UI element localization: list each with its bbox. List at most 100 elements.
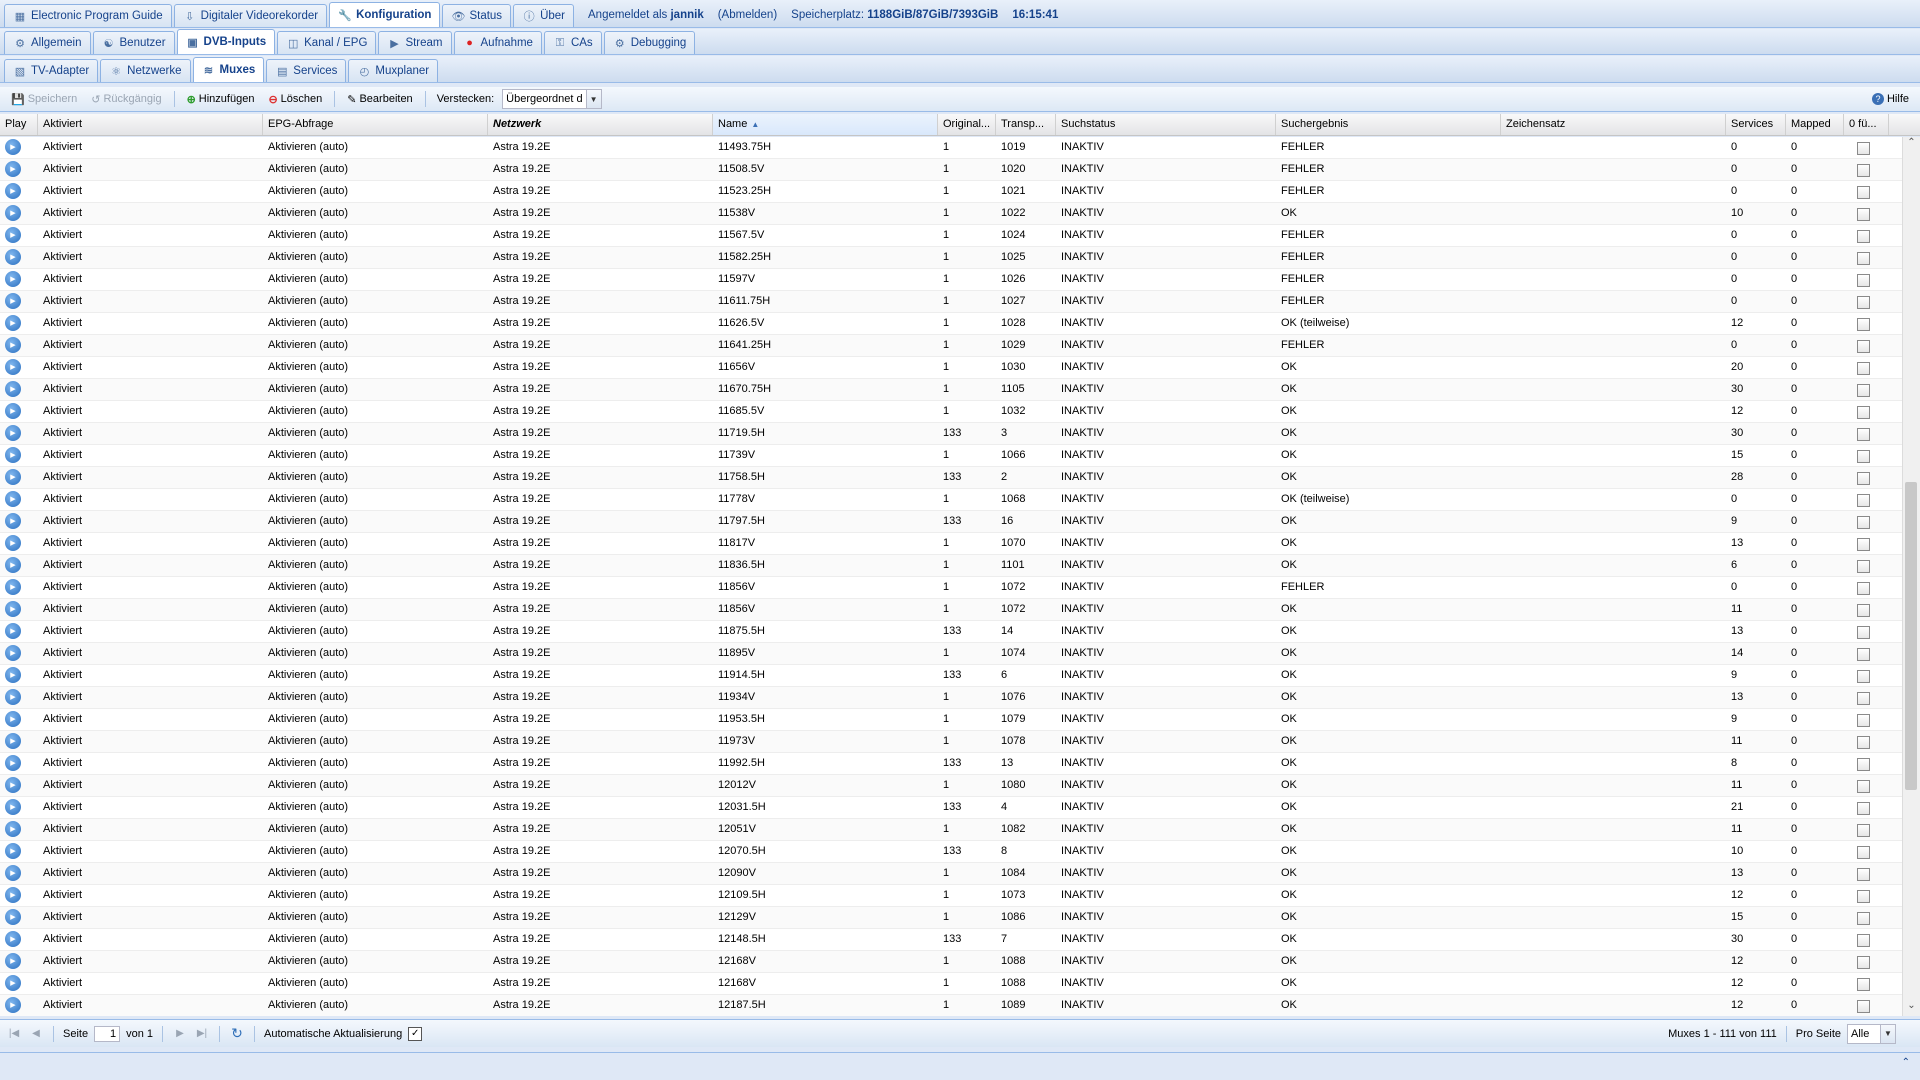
play-icon[interactable]: ▶ bbox=[5, 645, 21, 661]
play-icon[interactable]: ▶ bbox=[5, 447, 21, 463]
config-tab-stream[interactable]: ▶ Stream bbox=[378, 31, 452, 54]
column-header[interactable]: Name ▲ bbox=[713, 114, 938, 135]
table-row[interactable]: ▶ Aktiviert Aktivieren (auto) Astra 19.2E 11… bbox=[0, 137, 1920, 159]
play-icon[interactable]: ▶ bbox=[5, 579, 21, 595]
row-checkbox[interactable] bbox=[1857, 648, 1870, 661]
table-row[interactable]: ▶ Aktiviert Aktivieren (auto) Astra 19.2E 12… bbox=[0, 819, 1920, 841]
play-icon[interactable]: ▶ bbox=[5, 623, 21, 639]
play-icon[interactable]: ▶ bbox=[5, 359, 21, 375]
column-header[interactable]: Original... bbox=[938, 114, 996, 135]
play-icon[interactable]: ▶ bbox=[5, 469, 21, 485]
table-row[interactable]: ▶ Aktiviert Aktivieren (auto) Astra 19.2E 11… bbox=[0, 533, 1920, 555]
play-icon[interactable]: ▶ bbox=[5, 689, 21, 705]
row-checkbox[interactable] bbox=[1857, 164, 1870, 177]
vertical-scrollbar[interactable]: ⌃ ⌄ bbox=[1902, 137, 1920, 1016]
play-icon[interactable]: ▶ bbox=[5, 491, 21, 507]
play-icon[interactable]: ▶ bbox=[5, 403, 21, 419]
logout-link[interactable]: (Abmelden) bbox=[718, 9, 777, 21]
table-row[interactable]: ▶ Aktiviert Aktivieren (auto) Astra 19.2E 12… bbox=[0, 841, 1920, 863]
column-header[interactable]: Netzwerk bbox=[488, 114, 713, 135]
play-icon[interactable]: ▶ bbox=[5, 425, 21, 441]
first-page-icon[interactable]: |◀ bbox=[6, 1026, 22, 1042]
tab-über[interactable]: ⓘ Über bbox=[513, 4, 574, 27]
play-icon[interactable]: ▶ bbox=[5, 799, 21, 815]
hide-select[interactable]: Übergeordnet d ▼ bbox=[502, 89, 602, 109]
row-checkbox[interactable] bbox=[1857, 890, 1870, 903]
row-checkbox[interactable] bbox=[1857, 186, 1870, 199]
row-checkbox[interactable] bbox=[1857, 868, 1870, 881]
column-header[interactable]: Suchstatus bbox=[1056, 114, 1276, 135]
refresh-icon[interactable]: ↻ bbox=[229, 1025, 245, 1042]
row-checkbox[interactable] bbox=[1857, 912, 1870, 925]
row-checkbox[interactable] bbox=[1857, 428, 1870, 441]
last-page-icon[interactable]: ▶| bbox=[194, 1026, 210, 1042]
row-checkbox[interactable] bbox=[1857, 670, 1870, 683]
play-icon[interactable]: ▶ bbox=[5, 557, 21, 573]
table-row[interactable]: ▶ Aktiviert Aktivieren (auto) Astra 19.2E 12… bbox=[0, 907, 1920, 929]
table-row[interactable]: ▶ Aktiviert Aktivieren (auto) Astra 19.2E 11… bbox=[0, 445, 1920, 467]
column-header[interactable]: Play bbox=[0, 114, 38, 135]
config-tab-benutzer[interactable]: ☯ Benutzer bbox=[92, 31, 175, 54]
page-input[interactable]: 1 bbox=[94, 1025, 121, 1042]
dvb-tab-tv-adapter[interactable]: ▧ TV-Adapter bbox=[4, 59, 99, 82]
row-checkbox[interactable] bbox=[1857, 384, 1870, 397]
row-checkbox[interactable] bbox=[1857, 450, 1870, 463]
dvb-tab-netzwerke[interactable]: ⚛ Netzwerke bbox=[100, 59, 191, 82]
play-icon[interactable]: ▶ bbox=[5, 997, 21, 1013]
play-icon[interactable]: ▶ bbox=[5, 249, 21, 265]
row-checkbox[interactable] bbox=[1857, 846, 1870, 859]
table-row[interactable]: ▶ Aktiviert Aktivieren (auto) Astra 19.2E 12… bbox=[0, 775, 1920, 797]
table-row[interactable]: ▶ Aktiviert Aktivieren (auto) Astra 19.2E 11… bbox=[0, 357, 1920, 379]
tab-konfiguration[interactable]: 🔧 Konfiguration bbox=[329, 2, 441, 27]
row-checkbox[interactable] bbox=[1857, 472, 1870, 485]
play-icon[interactable]: ▶ bbox=[5, 755, 21, 771]
play-icon[interactable]: ▶ bbox=[5, 227, 21, 243]
row-checkbox[interactable] bbox=[1857, 736, 1870, 749]
row-checkbox[interactable] bbox=[1857, 362, 1870, 375]
play-icon[interactable]: ▶ bbox=[5, 975, 21, 991]
column-header[interactable]: Suchergebnis bbox=[1276, 114, 1501, 135]
table-row[interactable]: ▶ Aktiviert Aktivieren (auto) Astra 19.2E 11… bbox=[0, 401, 1920, 423]
row-checkbox[interactable] bbox=[1857, 494, 1870, 507]
row-checkbox[interactable] bbox=[1857, 582, 1870, 595]
row-checkbox[interactable] bbox=[1857, 296, 1870, 309]
play-icon[interactable]: ▶ bbox=[5, 271, 21, 287]
table-row[interactable]: ▶ Aktiviert Aktivieren (auto) Astra 19.2E 11… bbox=[0, 753, 1920, 775]
table-row[interactable]: ▶ Aktiviert Aktivieren (auto) Astra 19.2E 11… bbox=[0, 203, 1920, 225]
table-row[interactable]: ▶ Aktiviert Aktivieren (auto) Astra 19.2E 11… bbox=[0, 577, 1920, 599]
table-row[interactable]: ▶ Aktiviert Aktivieren (auto) Astra 19.2E 11… bbox=[0, 665, 1920, 687]
row-checkbox[interactable] bbox=[1857, 604, 1870, 617]
column-header[interactable]: Zeichensatz bbox=[1501, 114, 1726, 135]
table-row[interactable]: ▶ Aktiviert Aktivieren (auto) Astra 19.2E 11… bbox=[0, 555, 1920, 577]
dvb-tab-muxplaner[interactable]: ◴ Muxplaner bbox=[348, 59, 439, 82]
play-icon[interactable]: ▶ bbox=[5, 513, 21, 529]
table-row[interactable]: ▶ Aktiviert Aktivieren (auto) Astra 19.2E 12… bbox=[0, 797, 1920, 819]
row-checkbox[interactable] bbox=[1857, 824, 1870, 837]
table-row[interactable]: ▶ Aktiviert Aktivieren (auto) Astra 19.2E 11… bbox=[0, 247, 1920, 269]
column-header[interactable]: EPG-Abfrage bbox=[263, 114, 488, 135]
column-header[interactable]: Aktiviert bbox=[38, 114, 263, 135]
row-checkbox[interactable] bbox=[1857, 560, 1870, 573]
play-icon[interactable]: ▶ bbox=[5, 139, 21, 155]
table-row[interactable]: ▶ Aktiviert Aktivieren (auto) Astra 19.2E 11… bbox=[0, 313, 1920, 335]
next-page-icon[interactable]: ▶ bbox=[172, 1026, 188, 1042]
tab-digitaler-videorekorder[interactable]: ⇩ Digitaler Videorekorder bbox=[173, 4, 328, 27]
play-icon[interactable]: ▶ bbox=[5, 821, 21, 837]
play-icon[interactable]: ▶ bbox=[5, 183, 21, 199]
row-checkbox[interactable] bbox=[1857, 692, 1870, 705]
scrollbar-thumb[interactable] bbox=[1905, 482, 1917, 790]
table-row[interactable]: ▶ Aktiviert Aktivieren (auto) Astra 19.2E 12… bbox=[0, 951, 1920, 973]
table-row[interactable]: ▶ Aktiviert Aktivieren (auto) Astra 19.2E 11… bbox=[0, 621, 1920, 643]
play-icon[interactable]: ▶ bbox=[5, 601, 21, 617]
scroll-up-icon[interactable]: ⌃ bbox=[1903, 137, 1920, 153]
play-icon[interactable]: ▶ bbox=[5, 865, 21, 881]
table-row[interactable]: ▶ Aktiviert Aktivieren (auto) Astra 19.2E 12… bbox=[0, 929, 1920, 951]
table-row[interactable]: ▶ Aktiviert Aktivieren (auto) Astra 19.2E 11… bbox=[0, 687, 1920, 709]
column-header[interactable]: 0 fü... bbox=[1844, 114, 1889, 135]
table-row[interactable]: ▶ Aktiviert Aktivieren (auto) Astra 19.2E 11… bbox=[0, 423, 1920, 445]
tab-electronic-program-guide[interactable]: ▦ Electronic Program Guide bbox=[4, 4, 172, 27]
row-checkbox[interactable] bbox=[1857, 626, 1870, 639]
row-checkbox[interactable] bbox=[1857, 956, 1870, 969]
dvb-tab-services[interactable]: ▤ Services bbox=[266, 59, 347, 82]
config-tab-kanal-epg[interactable]: ◫ Kanal / EPG bbox=[277, 31, 377, 54]
